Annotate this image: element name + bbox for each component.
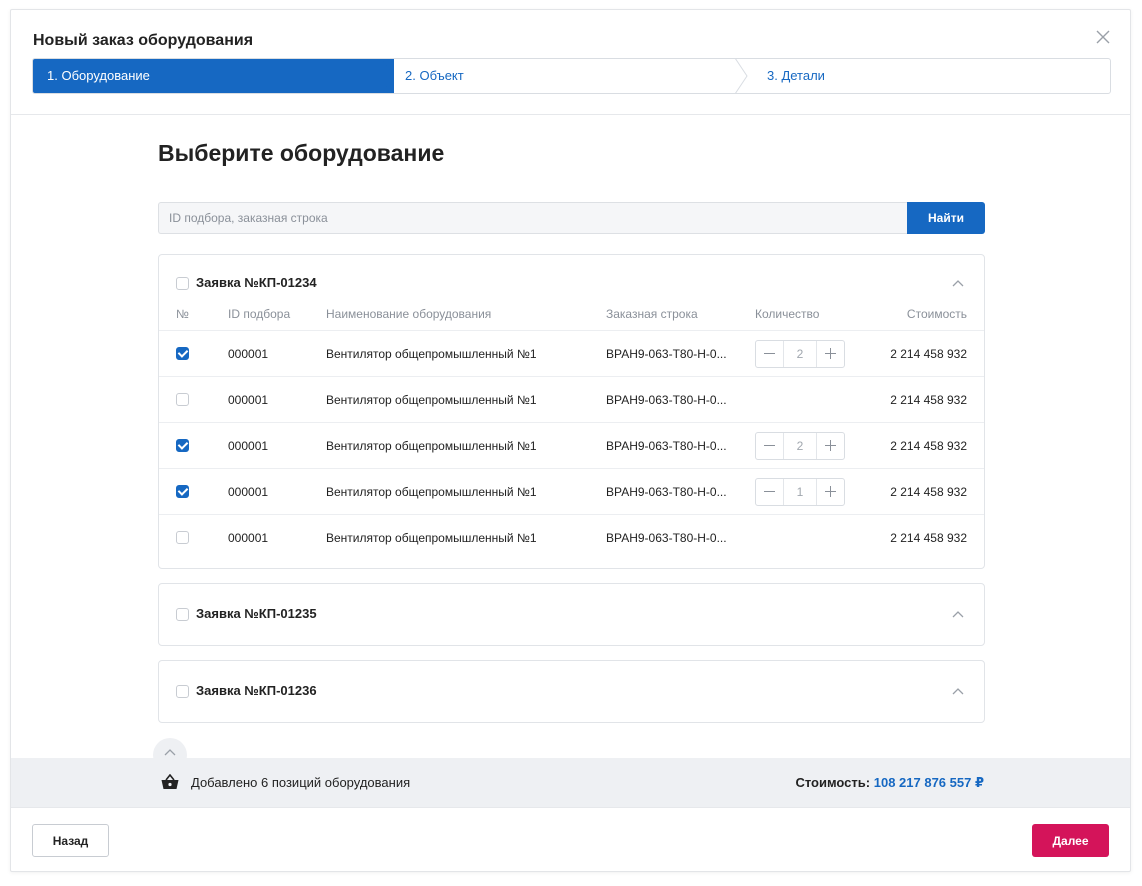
table-header: № ID подбора Наименование оборудования З… [159, 307, 984, 331]
chevron-up-icon[interactable] [952, 279, 964, 287]
modal-footer: Назад Далее [11, 807, 1130, 871]
col-cost: Стоимость [906, 307, 967, 321]
order-title: Заявка №КП-01234 [196, 275, 317, 290]
table-row: 000001 Вентилятор общепромышленный №1 ВР… [159, 423, 984, 469]
row-checkbox[interactable] [176, 485, 189, 498]
row-id: 000001 [228, 531, 269, 545]
quantity-value[interactable]: 2 [784, 433, 816, 459]
row-order-line: ВРАН9-063-Т80-Н-0... [606, 347, 727, 361]
quantity-value[interactable]: 2 [784, 341, 816, 367]
row-id: 000001 [228, 393, 269, 407]
total-cost-value: 108 217 876 557 ₽ [873, 775, 984, 790]
quantity-stepper: 1 [755, 478, 845, 506]
added-items-text: Добавлено 6 позиций оборудования [191, 775, 411, 790]
order-header[interactable]: Заявка №КП-01235 [159, 584, 984, 642]
row-order-line: ВРАН9-063-Т80-Н-0... [606, 393, 727, 407]
row-cost: 2 214 458 932 [890, 347, 967, 361]
quantity-increase-button[interactable] [816, 341, 844, 367]
chevron-up-icon[interactable] [952, 687, 964, 695]
order-title: Заявка №КП-01235 [196, 606, 317, 621]
row-checkbox[interactable] [176, 393, 189, 406]
step-details[interactable]: 3. Детали [767, 59, 825, 93]
quantity-decrease-button[interactable] [756, 341, 784, 367]
order-checkbox[interactable] [176, 608, 189, 621]
step-arrow [382, 59, 394, 93]
col-quantity: Количество [755, 307, 820, 321]
chevron-up-icon[interactable] [952, 610, 964, 618]
quantity-decrease-button[interactable] [756, 433, 784, 459]
quantity-increase-button[interactable] [816, 433, 844, 459]
total-cost: Стоимость: 108 217 876 557 ₽ [795, 775, 984, 791]
order-header[interactable]: Заявка №КП-01234 [159, 255, 984, 313]
step-object[interactable]: 2. Объект [405, 59, 464, 93]
row-order-line: ВРАН9-063-Т80-Н-0... [606, 439, 727, 453]
col-num: № [176, 307, 189, 321]
row-cost: 2 214 458 932 [890, 439, 967, 453]
row-name: Вентилятор общепромышленный №1 [326, 439, 537, 453]
order-card: Заявка №КП-01236 [158, 660, 985, 723]
row-checkbox[interactable] [176, 531, 189, 544]
wizard-steps: 1. Оборудование 2. Объект 3. Детали [32, 58, 1111, 94]
row-cost: 2 214 458 932 [890, 531, 967, 545]
quantity-stepper: 2 [755, 432, 845, 460]
next-button[interactable]: Далее [1032, 824, 1109, 857]
row-name: Вентилятор общепромышленный №1 [326, 393, 537, 407]
close-button[interactable] [1094, 28, 1112, 46]
back-button[interactable]: Назад [32, 824, 109, 857]
row-id: 000001 [228, 439, 269, 453]
quantity-increase-button[interactable] [816, 479, 844, 505]
quantity-value[interactable]: 1 [784, 479, 816, 505]
summary-expand-button[interactable] [153, 738, 187, 772]
step-separator [735, 59, 748, 93]
row-id: 000001 [228, 347, 269, 361]
search-input[interactable] [158, 202, 908, 234]
modal-title: Новый заказ оборудования [33, 32, 254, 49]
step-equipment[interactable]: 1. Оборудование [33, 59, 394, 93]
quantity-stepper: 2 [755, 340, 845, 368]
table-row: 000001 Вентилятор общепромышленный №1 ВР… [159, 515, 984, 561]
close-icon [1096, 30, 1110, 44]
row-id: 000001 [228, 485, 269, 499]
quantity-decrease-button[interactable] [756, 479, 784, 505]
row-cost: 2 214 458 932 [890, 485, 967, 499]
order-title: Заявка №КП-01236 [196, 683, 317, 698]
col-name: Наименование оборудования [326, 307, 492, 321]
row-name: Вентилятор общепромышленный №1 [326, 531, 537, 545]
table-row: 000001 Вентилятор общепромышленный №1 ВР… [159, 469, 984, 515]
row-name: Вентилятор общепромышленный №1 [326, 485, 537, 499]
basket-icon [161, 774, 179, 789]
row-order-line: ВРАН9-063-Т80-Н-0... [606, 485, 727, 499]
table-row: 000001 Вентилятор общепромышленный №1 ВР… [159, 331, 984, 377]
col-id: ID подбора [228, 307, 291, 321]
row-order-line: ВРАН9-063-Т80-Н-0... [606, 531, 727, 545]
row-cost: 2 214 458 932 [890, 393, 967, 407]
row-name: Вентилятор общепромышленный №1 [326, 347, 537, 361]
total-cost-label: Стоимость: [795, 775, 871, 790]
page-title: Выберите оборудование [158, 140, 445, 166]
new-order-modal: Новый заказ оборудования 1. Оборудование… [10, 9, 1131, 872]
order-checkbox[interactable] [176, 277, 189, 290]
row-checkbox[interactable] [176, 347, 189, 360]
order-card: Заявка №КП-01235 [158, 583, 985, 646]
search-button[interactable]: Найти [907, 202, 985, 234]
col-order-line: Заказная строка [606, 307, 698, 321]
table-row: 000001 Вентилятор общепромышленный №1 ВР… [159, 377, 984, 423]
order-header[interactable]: Заявка №КП-01236 [159, 661, 984, 719]
order-card: Заявка №КП-01234 № ID подбора Наименован… [158, 254, 985, 569]
modal-header: Новый заказ оборудования 1. Оборудование… [11, 10, 1130, 115]
chevron-up-icon [164, 749, 176, 756]
row-checkbox[interactable] [176, 439, 189, 452]
order-checkbox[interactable] [176, 685, 189, 698]
